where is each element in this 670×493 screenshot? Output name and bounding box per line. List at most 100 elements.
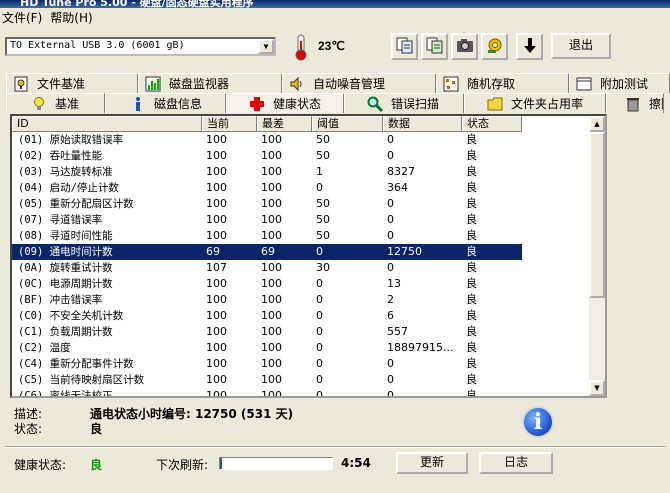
table-row[interactable]: (C6) 离线无法校正 100 100 0 0 良 (12, 388, 522, 398)
tab-benchmark[interactable]: 基准 (6, 93, 105, 113)
vertical-scrollbar[interactable]: ▲ ▼ (589, 116, 605, 396)
table-cell: 18897915... (387, 341, 454, 354)
table-cell: 0 (387, 213, 394, 226)
health-status-value: 良 (90, 458, 103, 472)
scroll-thumb[interactable] (589, 132, 605, 298)
table-row[interactable]: (0A) 旋转重试计数 107 100 30 0 良 (12, 260, 522, 276)
tab-health[interactable]: 健康状态 (226, 93, 344, 113)
tab-random-access[interactable]: 随机存取 (436, 73, 569, 93)
column-header-current[interactable]: 当前 (202, 116, 257, 132)
smart-attributes-table[interactable]: ID 当前 最差 阈值 数据 状态 (01) 原始读取错误率 100 100 50 0 良… (10, 114, 607, 398)
tab-extra-tests[interactable]: 附加测试 (569, 73, 670, 93)
copy-button[interactable] (391, 33, 418, 60)
table-cell: 良 (466, 149, 477, 162)
table-row[interactable]: (C5) 当前待映射扇区计数 100 100 0 0 良 (12, 372, 522, 388)
divider (5, 446, 665, 448)
file-benchmark-icon (13, 76, 29, 92)
toolbar: TO External USB 3.0 (6001 gB) ▼ 23℃ 退出 (0, 28, 670, 68)
refresh-countdown: 4:54 (341, 456, 371, 470)
thermometer-icon (289, 33, 313, 61)
copy-all-button[interactable] (421, 33, 448, 60)
table-row[interactable]: (02) 吞吐量性能 100 100 50 0 良 (12, 148, 522, 164)
table-cell: (01) 原始读取错误率 (18, 134, 124, 146)
table-cell: 1 (316, 165, 323, 178)
table-cell: 良 (466, 277, 477, 290)
table-cell: 100 (261, 389, 282, 398)
table-cell: 良 (466, 293, 477, 306)
tab-disk-info[interactable]: 磁盘信息 (105, 93, 226, 113)
scroll-down-icon[interactable]: ▼ (589, 380, 605, 396)
tab-error-scan[interactable]: 错误扫描 (344, 93, 464, 113)
table-row[interactable]: (04) 启动/停止计数 100 100 0 364 良 (12, 180, 522, 196)
table-cell: 2 (387, 293, 394, 306)
table-cell: (05) 重新分配扇区计数 (18, 198, 134, 210)
tab-erase[interactable]: 擦除 (606, 93, 664, 113)
table-cell: 100 (261, 277, 282, 290)
table-row[interactable]: (C2) 温度 100 100 0 18897915... 良 (12, 340, 522, 356)
table-cell: 100 (261, 261, 282, 274)
column-header-status[interactable]: 状态 (462, 116, 522, 132)
table-cell: 100 (261, 197, 282, 210)
table-row[interactable]: (07) 寻道错误率 100 100 50 0 良 (12, 212, 522, 228)
column-header-worst[interactable]: 最差 (257, 116, 312, 132)
random-access-icon (443, 76, 459, 92)
tab-folder-usage[interactable]: 文件夹占用率 (464, 93, 606, 113)
table-cell: 良 (466, 373, 477, 386)
screenshot-button[interactable] (451, 33, 478, 60)
drive-select[interactable]: TO External USB 3.0 (6001 gB) ▼ (5, 37, 276, 56)
camera-icon (456, 36, 474, 57)
column-header-data[interactable]: 数据 (383, 116, 462, 132)
table-row[interactable]: (05) 重新分配扇区计数 100 100 50 0 良 (12, 196, 522, 212)
copy-all-icon (426, 36, 444, 57)
column-header-id[interactable]: ID (12, 116, 202, 132)
table-row[interactable]: (C1) 负载周期计数 100 100 0 557 良 (12, 324, 522, 340)
table-cell: 100 (206, 133, 227, 146)
title-bar: HD Tune Pro 5.00 - 硬盘/固态硬盘实用程序 (0, 0, 670, 8)
table-cell: 良 (466, 341, 477, 354)
table-cell: 良 (466, 197, 477, 210)
table-cell: (C5) 当前待映射扇区计数 (18, 374, 145, 386)
tab-disk-monitor[interactable]: 磁盘监视器 (138, 73, 282, 93)
disk-monitor-icon (145, 76, 161, 92)
tab-file-benchmark[interactable]: 文件基准 (6, 73, 138, 93)
table-cell: 557 (387, 325, 408, 338)
table-row[interactable]: (C4) 重新分配事件计数 100 100 0 0 良 (12, 356, 522, 372)
table-cell: 50 (316, 197, 330, 210)
table-row[interactable]: (BF) 冲击错误率 100 100 0 2 良 (12, 292, 522, 308)
menu-help[interactable]: 帮助(H) (48, 9, 98, 27)
table-header: ID 当前 最差 阈值 数据 状态 (12, 116, 522, 132)
menu-bar: 文件(F) 帮助(H) (0, 9, 670, 27)
table-cell: 100 (261, 373, 282, 386)
table-cell: (0A) 旋转重试计数 (18, 262, 113, 274)
table-cell: 良 (466, 213, 477, 226)
table-cell: 0 (316, 245, 323, 258)
info-icon[interactable]: i (522, 406, 554, 438)
column-header-threshold[interactable]: 阈值 (312, 116, 383, 132)
options-button[interactable] (481, 33, 508, 60)
magnifier-icon (367, 96, 383, 112)
table-cell: 50 (316, 229, 330, 242)
table-cell: (04) 启动/停止计数 (18, 182, 119, 194)
table-row[interactable]: (C0) 不安全关机计数 100 100 0 6 良 (12, 308, 522, 324)
table-cell: 0 (316, 181, 323, 194)
tab-label: 磁盘信息 (154, 97, 203, 111)
tab-aam[interactable]: 自动噪音管理 (282, 73, 436, 93)
table-row[interactable]: (03) 马达旋转标准 100 100 1 8327 良 (12, 164, 522, 180)
refresh-button[interactable]: 更新 (396, 452, 468, 474)
log-button[interactable]: 日志 (479, 452, 553, 474)
exit-button[interactable]: 退出 (551, 33, 611, 59)
save-button[interactable] (516, 33, 543, 60)
table-row[interactable]: (01) 原始读取错误率 100 100 50 0 良 (12, 132, 522, 148)
table-cell: 107 (206, 261, 227, 274)
menu-file[interactable]: 文件(F) (0, 9, 48, 27)
tab-label: 擦除 (649, 97, 663, 111)
table-row[interactable]: (08) 寻道时间性能 100 100 50 0 良 (12, 228, 522, 244)
table-cell: (07) 寻道错误率 (18, 214, 103, 226)
table-row[interactable]: (09) 通电时间计数 69 69 0 12750 良 (12, 244, 522, 260)
table-cell: 100 (261, 165, 282, 178)
scroll-up-icon[interactable]: ▲ (589, 116, 605, 132)
chevron-down-icon[interactable]: ▼ (258, 39, 274, 54)
benchmark-icon (31, 96, 47, 112)
table-cell: 100 (206, 309, 227, 322)
table-row[interactable]: (0C) 电源周期计数 100 100 0 13 良 (12, 276, 522, 292)
